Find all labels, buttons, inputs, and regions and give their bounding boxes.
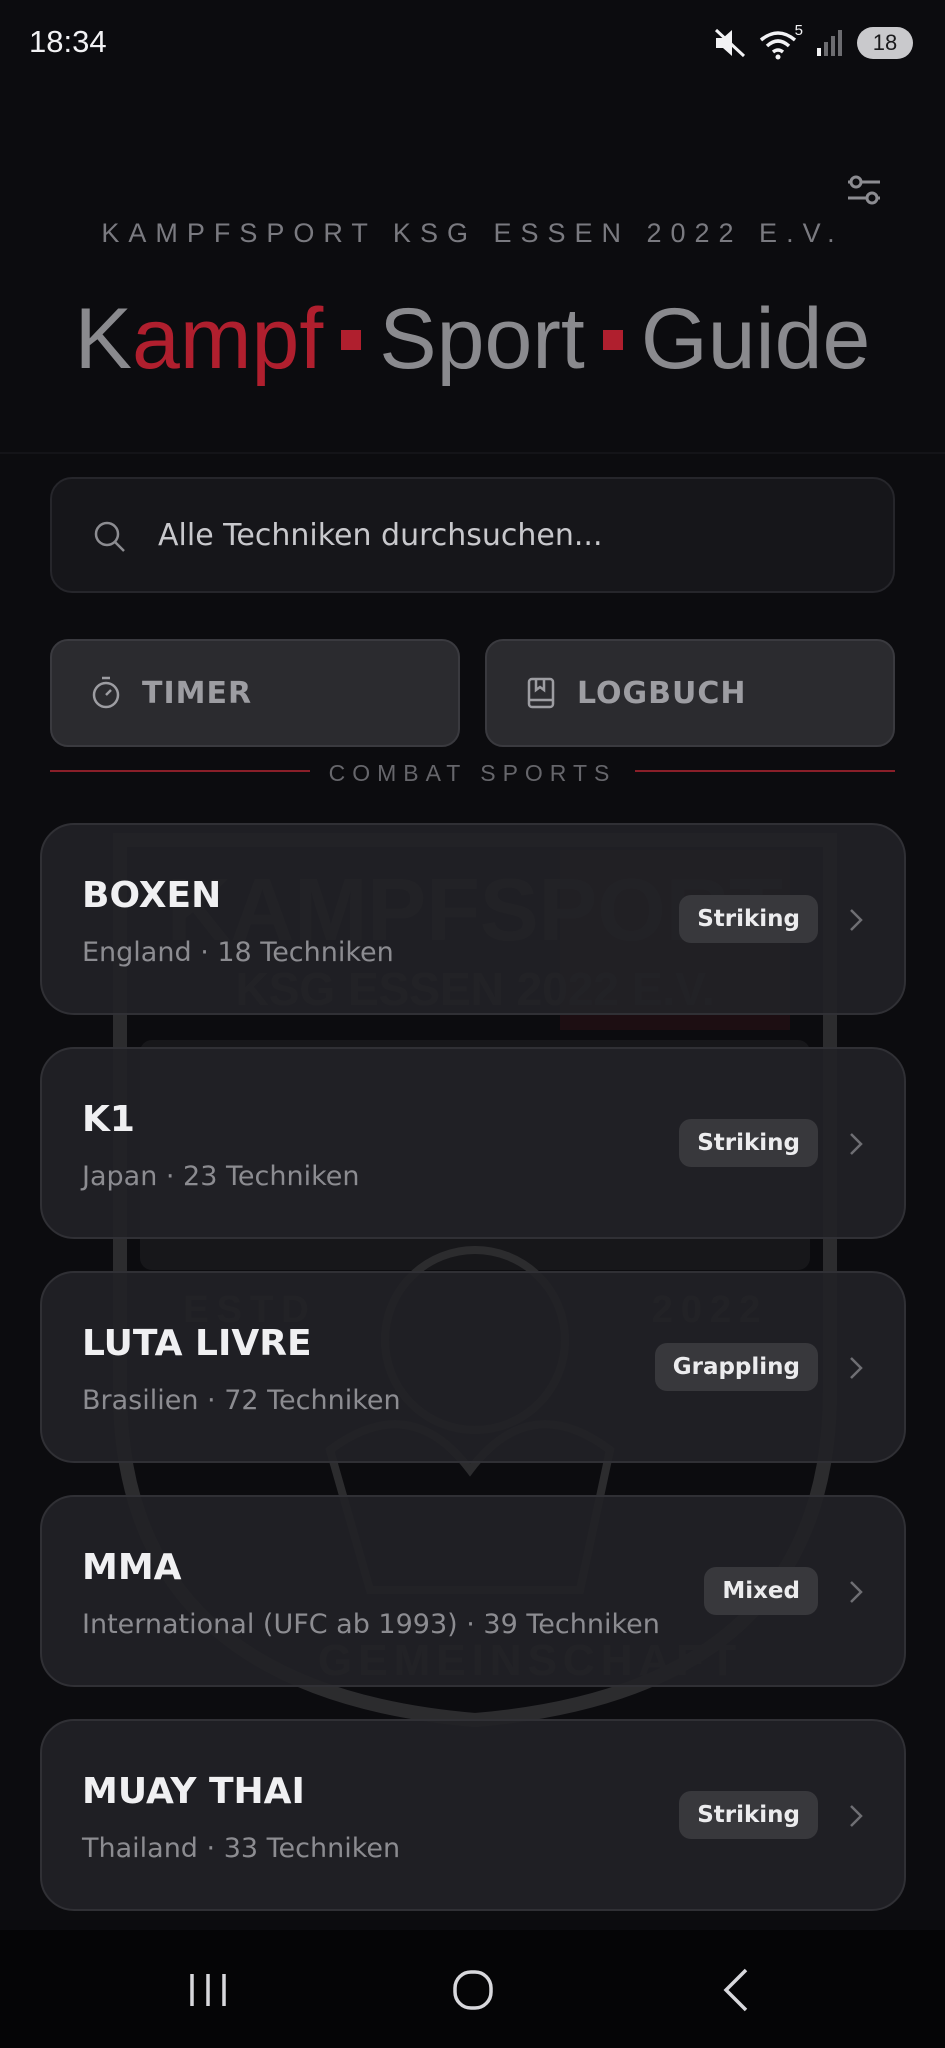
chevron-right-icon: [850, 909, 863, 931]
sport-card-luta-livre[interactable]: LUTA LIVRE Brasilien · 72 Techniken Grap…: [40, 1271, 906, 1463]
status-icons: 5 18: [713, 22, 913, 60]
app-screen: 18:34 5 18 KAMPFSPORT KSG ESSEN 2022 E.V…: [0, 0, 945, 2048]
sport-name: MUAY THAI: [82, 1771, 305, 1812]
chevron-right-icon: [850, 1133, 863, 1155]
title-part-k: K: [74, 291, 133, 387]
sport-meta: England · 18 Techniken: [82, 937, 394, 968]
club-name: KAMPFSPORT KSG ESSEN 2022 E.V.: [101, 218, 844, 248]
title-part-ampf: ampf: [132, 291, 324, 387]
stopwatch-icon: [92, 676, 120, 709]
sliders-icon: [848, 175, 880, 205]
sport-card-mma[interactable]: MMA International (UFC ab 1993) · 39 Tec…: [40, 1495, 906, 1687]
back-icon[interactable]: [708, 1960, 768, 2020]
sport-name: K1: [82, 1099, 135, 1140]
section-title: COMBAT SPORTS: [328, 760, 617, 786]
timer-label: TIMER: [142, 675, 253, 711]
category-badge: Striking: [679, 895, 818, 943]
recent-apps-icon[interactable]: [178, 1960, 238, 2020]
search-input[interactable]: [158, 479, 858, 591]
section-header: COMBAT SPORTS: [50, 760, 895, 790]
section-line-right: [635, 770, 895, 772]
status-time: 18:34: [29, 24, 107, 59]
sport-card-k1[interactable]: K1 Japan · 23 Techniken Striking: [40, 1047, 906, 1239]
mute-icon: [714, 28, 746, 58]
wifi-band-label: 5: [794, 22, 803, 39]
logbuch-button[interactable]: LOGBUCH: [485, 639, 895, 747]
status-bar: 18:34 5 18: [0, 0, 945, 90]
sport-card-muay-thai[interactable]: MUAY THAI Thailand · 33 Techniken Striki…: [40, 1719, 906, 1911]
sport-meta: Brasilien · 72 Techniken: [82, 1385, 401, 1416]
header-divider: [0, 452, 945, 454]
title-separator: [602, 330, 623, 351]
category-badge: Striking: [679, 1791, 818, 1839]
settings-button[interactable]: [842, 168, 886, 212]
category-badge: Grappling: [654, 1343, 818, 1391]
chevron-right-icon: [850, 1357, 863, 1379]
battery-indicator: 18: [857, 27, 913, 59]
chevron-right-icon: [850, 1581, 863, 1603]
sport-card-boxen[interactable]: BOXEN England · 18 Techniken Striking: [40, 823, 906, 1015]
book-icon: [527, 677, 555, 709]
sport-name: MMA: [82, 1547, 182, 1588]
title-separator: [341, 330, 362, 351]
search-icon: [94, 521, 125, 552]
sport-meta: Thailand · 33 Techniken: [82, 1833, 401, 1864]
wifi-icon: 5: [759, 22, 803, 60]
title-part-guide: Guide: [640, 291, 871, 387]
sport-meta: International (UFC ab 1993) · 39 Technik…: [82, 1609, 660, 1640]
chevron-right-icon: [850, 1805, 863, 1827]
app-title: Kampf Sport Guide: [0, 290, 945, 389]
search-box[interactable]: [50, 477, 895, 593]
sport-name: LUTA LIVRE: [82, 1323, 312, 1364]
timer-button[interactable]: TIMER: [50, 639, 460, 747]
sport-name: BOXEN: [82, 875, 222, 916]
navigation-bar: [0, 1930, 945, 2048]
category-badge: Mixed: [704, 1567, 818, 1615]
logbuch-label: LOGBUCH: [577, 675, 747, 711]
signal-icon: [817, 30, 842, 56]
title-part-sport: Sport: [379, 291, 585, 387]
home-icon[interactable]: [443, 1960, 503, 2020]
category-badge: Striking: [679, 1119, 818, 1167]
sport-meta: Japan · 23 Techniken: [82, 1161, 360, 1192]
